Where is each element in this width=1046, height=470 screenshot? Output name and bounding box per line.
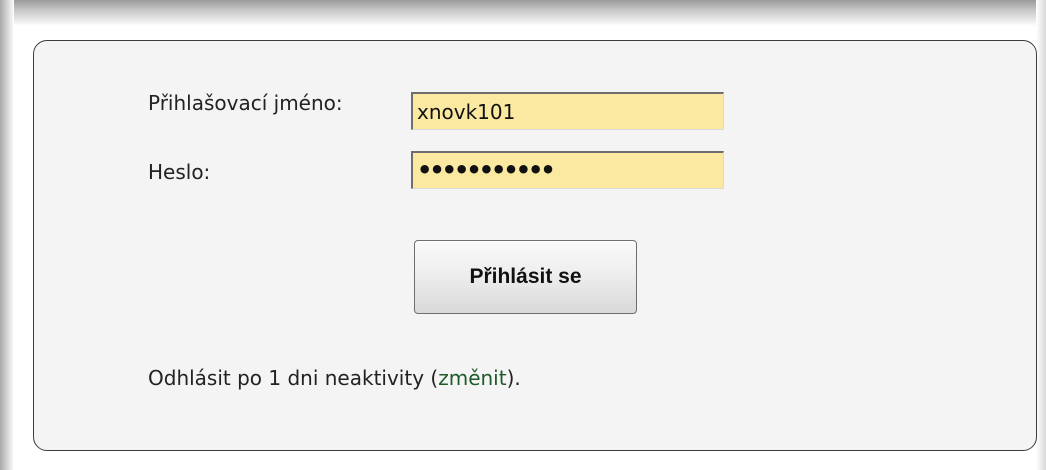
inactivity-logout-note: Odhlásit po 1 dni neaktivity (změnit).	[148, 366, 521, 390]
username-input[interactable]: xnovk101	[411, 92, 724, 130]
logout-note-suffix: ).	[506, 366, 521, 390]
change-timeout-link[interactable]: změnit	[438, 366, 506, 390]
logout-note-prefix: Odhlásit po 1 dni neaktivity (	[148, 366, 439, 390]
login-button[interactable]: Přihlásit se	[414, 240, 637, 314]
password-label: Heslo:	[148, 160, 211, 184]
username-label: Přihlašovací jméno:	[148, 91, 343, 115]
window-left-shadow	[0, 0, 14, 470]
password-mask: •••••••••••	[417, 156, 556, 184]
password-input[interactable]: •••••••••••	[411, 151, 724, 189]
window-top-shadow	[0, 0, 1046, 26]
window-right-shadow	[1036, 0, 1046, 470]
